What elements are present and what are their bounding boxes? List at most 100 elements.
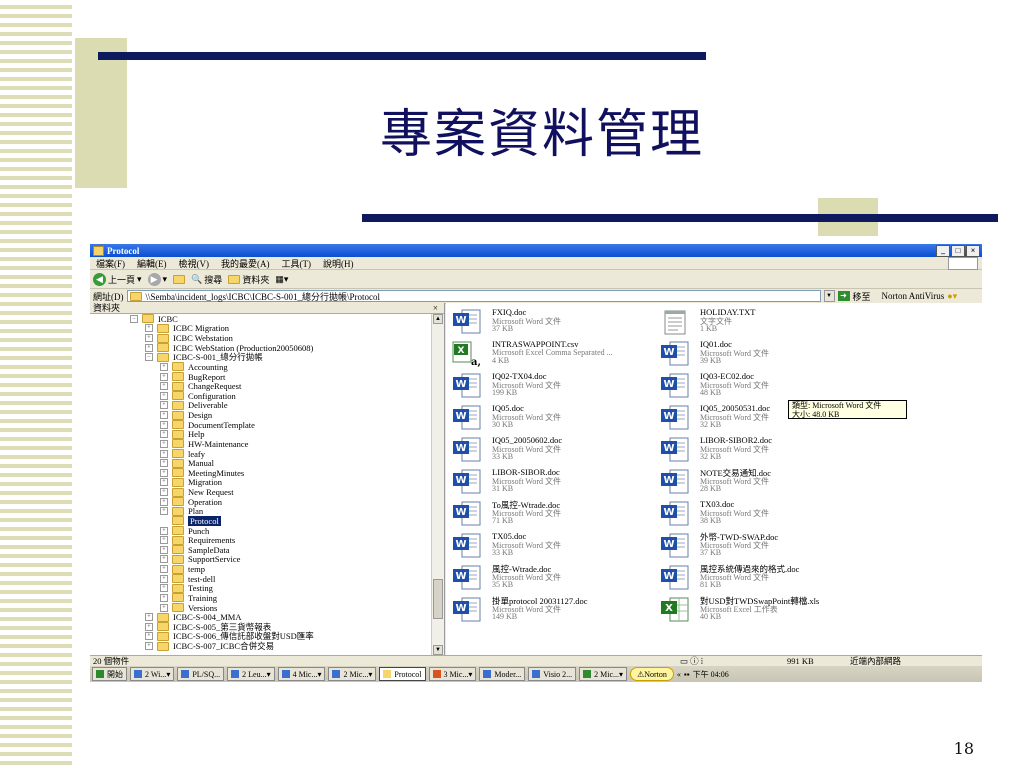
tree-node[interactable]: + Deliverable (90, 400, 430, 410)
expand-icon[interactable]: + (160, 574, 168, 583)
expand-icon[interactable]: + (160, 584, 168, 593)
expand-icon[interactable]: + (160, 411, 168, 420)
start-button[interactable]: 開始 (92, 667, 127, 681)
expand-icon[interactable]: + (160, 372, 168, 381)
file-item[interactable]: W FXIQ.doc Microsoft Word 文件 37 KB (446, 307, 652, 337)
taskbar-item-active[interactable]: Protocol (379, 667, 426, 681)
tree-node[interactable]: + New Request (90, 487, 430, 497)
expand-icon[interactable]: + (145, 334, 153, 343)
expand-icon[interactable]: + (160, 545, 168, 554)
menu-view[interactable]: 檢視(V) (179, 257, 210, 270)
taskbar-item[interactable]: 4 Mic... ▾ (277, 667, 326, 681)
expand-icon[interactable]: + (160, 468, 168, 477)
tree-close-button[interactable]: × (433, 303, 438, 313)
tree-node[interactable]: + ChangeRequest (90, 381, 430, 391)
taskbar-item[interactable]: 3 Mic... ▾ (428, 667, 477, 681)
tree-node[interactable]: + test-dell (90, 574, 430, 584)
expand-icon[interactable]: + (160, 488, 168, 497)
expand-icon[interactable]: + (160, 478, 168, 487)
tree-node[interactable]: + Help (90, 429, 430, 439)
expand-icon[interactable]: + (160, 420, 168, 429)
file-item[interactable]: W IQ03-EC02.doc Microsoft Word 文件 48 KB (654, 371, 860, 401)
tree-node[interactable]: + Operation (90, 497, 430, 507)
file-item[interactable]: W LIBOR-SIBOR.doc Microsoft Word 文件 31 KB (446, 467, 652, 497)
file-item[interactable]: W TX03.doc Microsoft Word 文件 38 KB (654, 499, 860, 529)
up-folder-button[interactable] (173, 274, 186, 284)
tree-node[interactable]: + Training (90, 593, 430, 603)
scroll-thumb[interactable] (433, 579, 443, 619)
taskbar-item[interactable]: Visio 2... (528, 667, 577, 681)
expand-icon[interactable]: + (160, 603, 168, 612)
expand-icon[interactable]: + (145, 642, 153, 651)
expand-icon[interactable]: + (160, 593, 168, 602)
file-item[interactable]: W LIBOR-SIBOR2.doc Microsoft Word 文件 32 KB (654, 435, 860, 465)
expand-icon[interactable]: + (160, 382, 168, 391)
tree-scrollbar[interactable]: ▲ ▼ (431, 314, 444, 655)
file-item[interactable]: W IQ01.doc Microsoft Word 文件 39 KB (654, 339, 860, 369)
tree-node[interactable]: + SampleData (90, 545, 430, 555)
tree-node[interactable]: − ICBC-S-001_總分行拋帳 (90, 352, 430, 362)
expand-icon[interactable]: + (160, 449, 168, 458)
file-item[interactable]: W 掛單protocol 20031127.doc Microsoft Word 文… (446, 595, 652, 625)
scroll-up-arrow[interactable]: ▲ (433, 314, 443, 324)
norton-tray-button[interactable]: ⚠ Norton (630, 667, 674, 681)
expand-icon[interactable]: + (160, 362, 168, 371)
expand-icon[interactable]: + (145, 632, 153, 641)
taskbar-item[interactable]: 2 Leu... ▾ (227, 667, 275, 681)
menu-tools[interactable]: 工具(T) (282, 257, 312, 270)
taskbar-item[interactable]: Moder... (479, 667, 526, 681)
expand-icon[interactable]: + (145, 324, 153, 333)
expand-icon[interactable]: + (160, 497, 168, 506)
file-item[interactable]: W 外幣-TWD-SWAP.doc Microsoft Word 文件 37 KB (654, 531, 860, 561)
file-item[interactable]: Xa, INTRASWAPPOINT.csv Microsoft Excel Com… (446, 339, 652, 369)
taskbar-item[interactable]: 2 Mic... ▾ (328, 667, 377, 681)
folders-button[interactable]: 資料夾 (228, 273, 269, 286)
maximize-button[interactable]: □ (951, 244, 965, 257)
file-item[interactable]: W To風控-Wtrade.doc Microsoft Word 文件 71 KB (446, 499, 652, 529)
tree-node[interactable]: + temp (90, 564, 430, 574)
file-item[interactable]: W IQ02-TX04.doc Microsoft Word 文件 199 KB (446, 371, 652, 401)
expand-icon[interactable]: + (160, 401, 168, 410)
tree-node[interactable]: + Migration (90, 477, 430, 487)
tree-node[interactable]: + Manual (90, 458, 430, 468)
expand-icon[interactable]: + (160, 439, 168, 448)
taskbar-item[interactable]: 2 Mic... ▾ (579, 667, 628, 681)
minimize-button[interactable]: _ (936, 244, 950, 257)
expand-icon[interactable]: + (160, 565, 168, 574)
expand-icon[interactable]: + (145, 622, 153, 631)
menu-file[interactable]: 檔案(F) (96, 257, 125, 270)
go-arrow-icon[interactable]: ➜ (837, 291, 850, 301)
tray-expand-icon[interactable]: « (677, 670, 681, 679)
search-button[interactable]: 🔍 搜尋 (191, 273, 222, 286)
tree-node[interactable]: + Requirements (90, 535, 430, 545)
window-titlebar[interactable]: Protocol _ □ × (90, 244, 982, 257)
scroll-down-arrow[interactable]: ▼ (433, 645, 443, 655)
address-dropdown[interactable]: ▼ (823, 290, 835, 302)
menu-edit[interactable]: 編輯(E) (137, 257, 167, 270)
file-item[interactable]: W IQ05.doc Microsoft Word 文件 30 KB (446, 403, 652, 433)
tree-node[interactable]: − ICBC (90, 314, 430, 324)
file-item[interactable]: X 對USD對TWDSwapPoint轉檔.xls Microsoft Excel … (654, 595, 860, 625)
tree-node[interactable]: + ICBC-S-007_ICBC合併交易 (90, 641, 430, 651)
file-item[interactable]: W 風控系統傳過來的格式.doc Microsoft Word 文件 81 KB (654, 563, 860, 593)
file-item[interactable]: W IQ05_20050602.doc Microsoft Word 文件 33 KB (446, 435, 652, 465)
tree-node[interactable]: + Testing (90, 583, 430, 593)
menu-help[interactable]: 說明(H) (323, 257, 354, 270)
forward-button[interactable]: ▶ ▾ (147, 272, 167, 286)
expand-icon[interactable]: + (160, 555, 168, 564)
norton-antivirus-button[interactable]: Norton AntiVirus (882, 291, 945, 301)
menu-favorites[interactable]: 我的最愛(A) (221, 257, 270, 270)
tree-node[interactable]: + BugReport (90, 372, 430, 382)
tree-node[interactable]: + ICBC Migration (90, 323, 430, 333)
expand-icon[interactable]: + (160, 391, 168, 400)
back-button[interactable]: ◀ 上一頁 ▾ (93, 272, 142, 286)
collapse-icon[interactable]: − (130, 314, 138, 323)
expand-icon[interactable]: + (160, 526, 168, 535)
views-button[interactable]: ▦▾ (275, 274, 288, 285)
taskbar-item[interactable]: 2 Wi... ▾ (130, 667, 175, 681)
tree-node[interactable]: Protocol (90, 515, 430, 526)
expand-icon[interactable]: + (145, 613, 153, 622)
tree-node[interactable]: + Accounting (90, 362, 430, 372)
expand-icon[interactable]: + (160, 430, 168, 439)
expand-icon[interactable]: + (145, 343, 153, 352)
